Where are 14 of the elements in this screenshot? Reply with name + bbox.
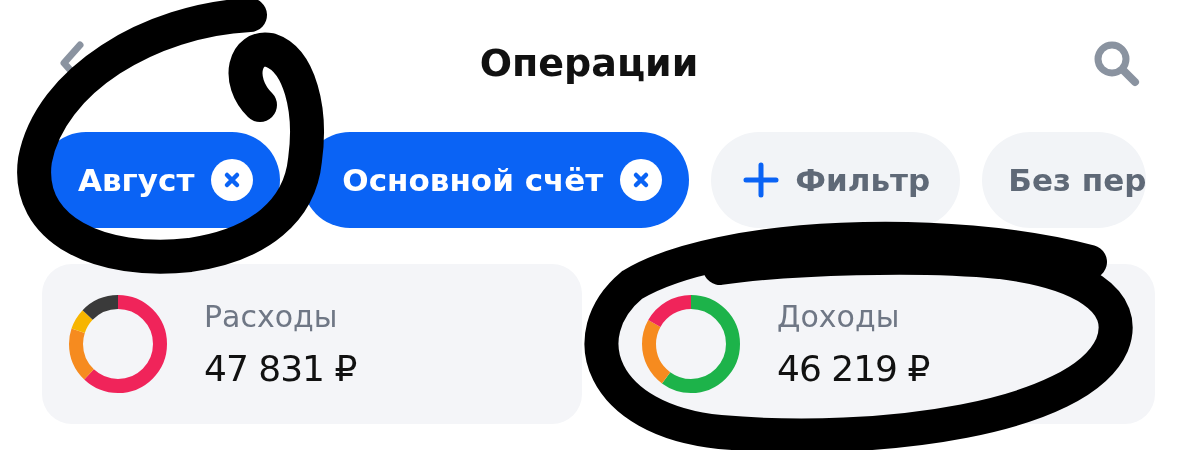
summary-amount: 47 831 ₽: [204, 348, 357, 389]
close-icon[interactable]: [619, 158, 664, 202]
search-icon[interactable]: [1092, 39, 1140, 87]
summary-card[interactable]: Расходы 47 831 ₽: [42, 264, 582, 424]
summary-label: Расходы: [204, 299, 339, 334]
donut-chart-icon: [68, 294, 168, 394]
donut-chart-icon: [641, 294, 741, 394]
summary-amount: 46 219 ₽: [777, 348, 930, 389]
filter-chip[interactable]: Без пер: [982, 132, 1147, 228]
screen-title: Операции: [479, 41, 699, 85]
close-icon[interactable]: [210, 158, 255, 202]
plus-icon: [743, 162, 780, 198]
filter-chip[interactable]: Фильтр: [711, 132, 961, 228]
summary-label: Доходы: [777, 299, 901, 334]
